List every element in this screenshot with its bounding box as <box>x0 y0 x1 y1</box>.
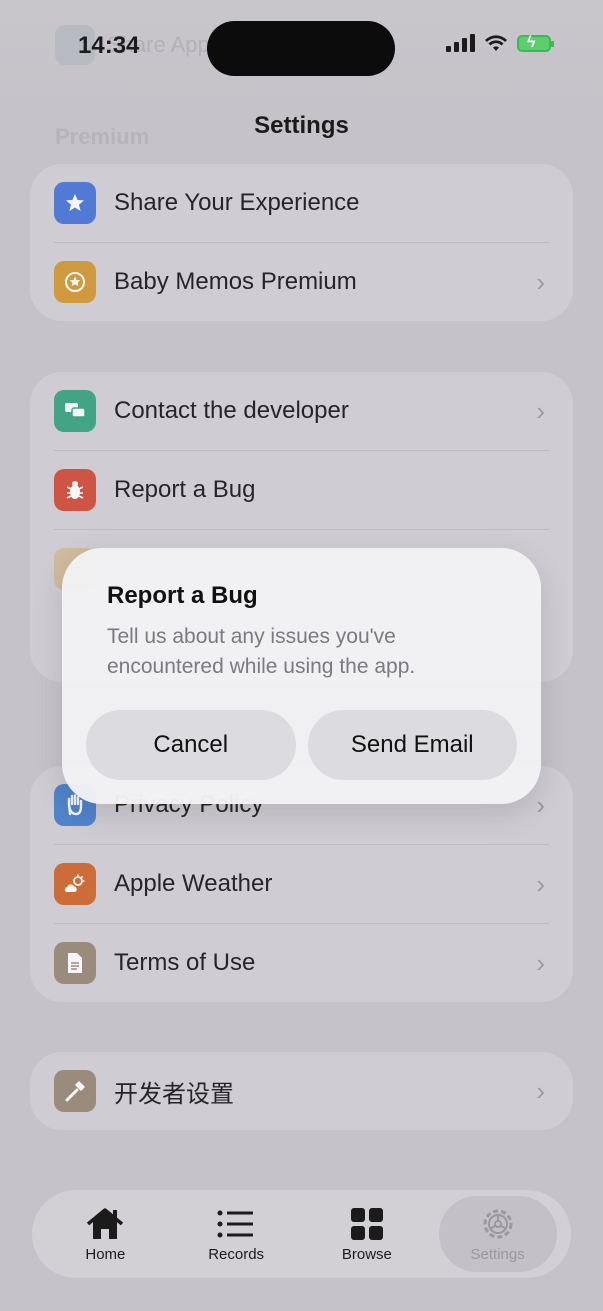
cancel-button[interactable]: Cancel <box>86 710 296 780</box>
alert-message: Tell us about any issues you've encounte… <box>107 625 416 678</box>
send-email-button[interactable]: Send Email <box>307 710 517 780</box>
alert-buttons: Cancel Send Email <box>86 710 517 780</box>
alert-title: Report a Bug <box>107 582 258 609</box>
report-bug-alert: Report a Bug Tell us about any issues yo… <box>62 548 541 804</box>
settings-screen: Share App Premium 14:34 ϟ Settings Share… <box>0 0 603 1311</box>
